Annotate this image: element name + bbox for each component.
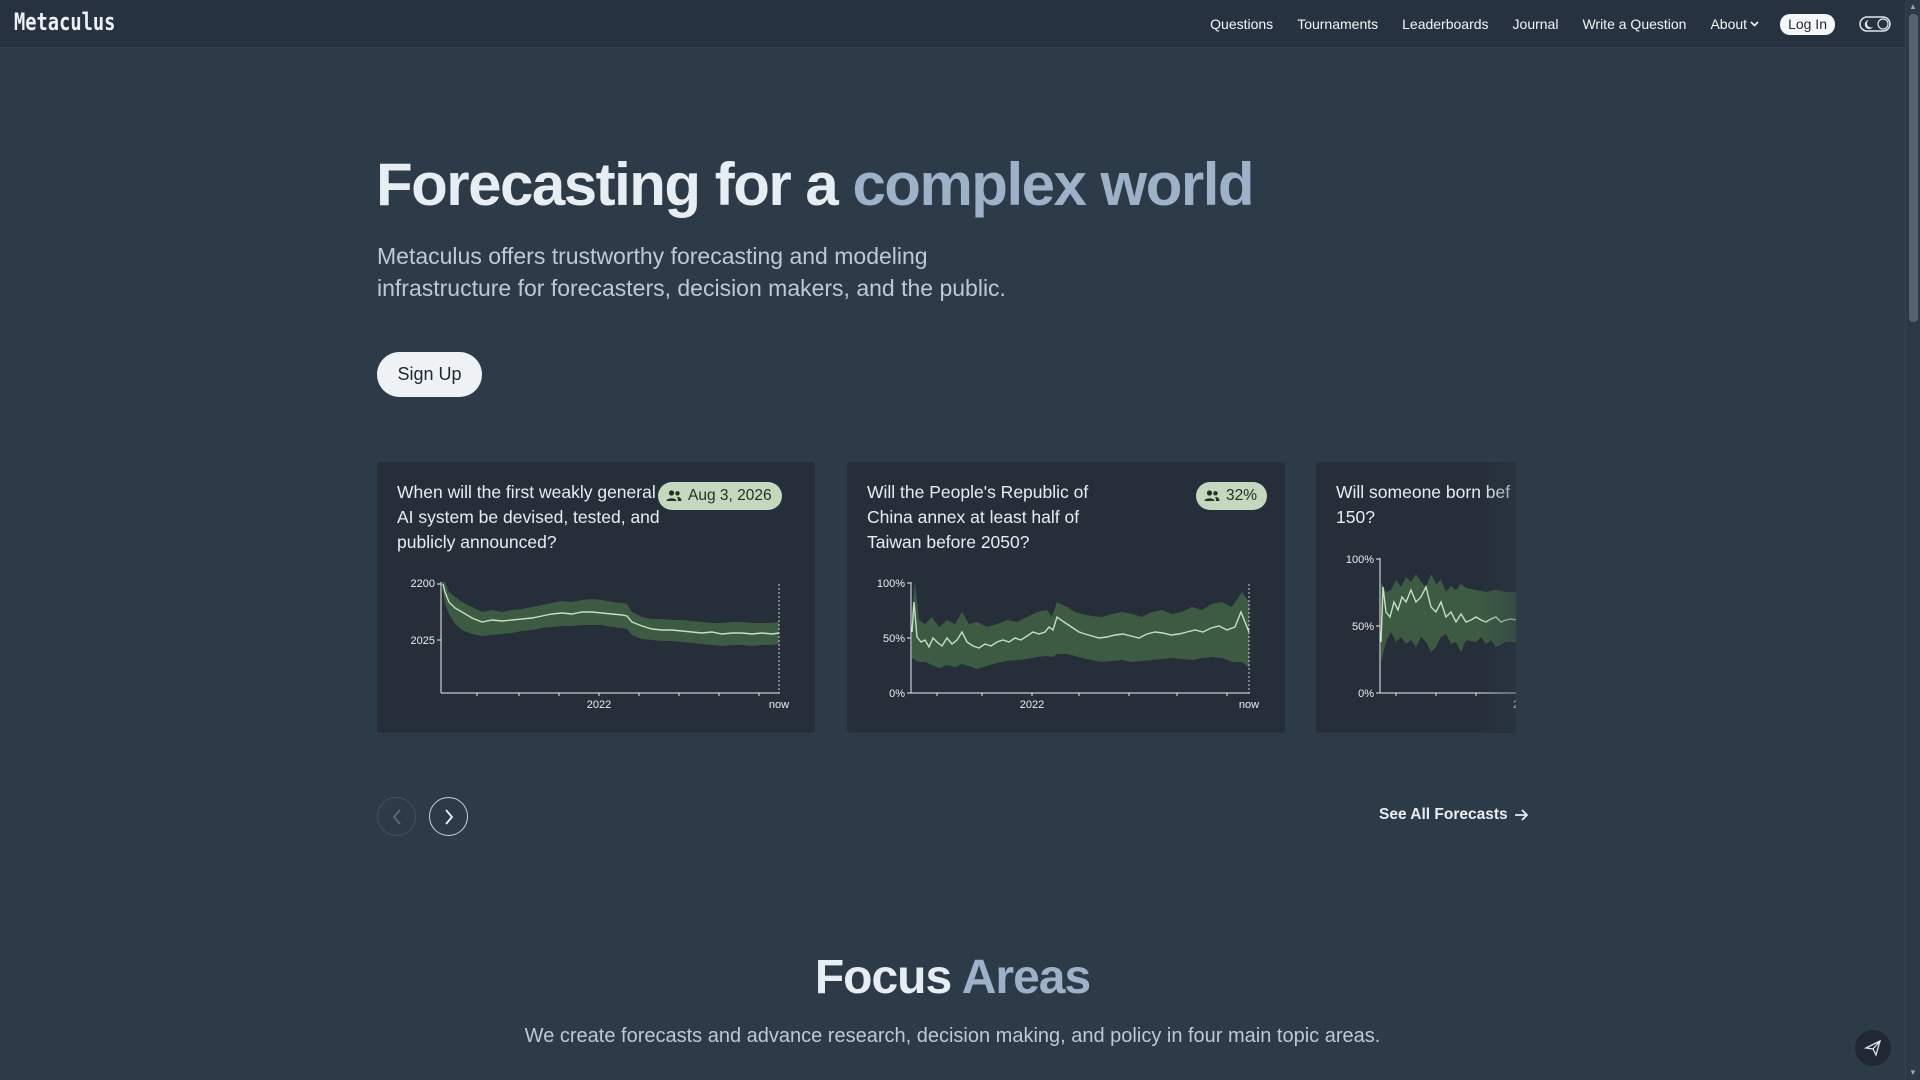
y-tick-label: 0% [1358,688,1374,700]
nav-journal[interactable]: Journal [1513,16,1559,32]
y-tick-label: 50% [883,633,905,645]
x-tick-label: now [769,699,789,711]
hero-title-accent: complex world [852,151,1254,218]
nav-about[interactable]: About [1710,16,1759,32]
nav-links: Questions Tournaments Leaderboards Journ… [1186,0,1891,48]
signup-button[interactable]: Sign Up [377,352,482,397]
nav-questions[interactable]: Questions [1210,16,1273,32]
forecast-history-chart: 100% 50% 0% 2022 now [877,578,1259,711]
login-button[interactable]: Log In [1780,13,1835,35]
chevron-left-icon [392,808,401,825]
moon-toggle-icon [1859,16,1891,32]
arrow-right-icon [1514,809,1528,821]
scroll-down-arrow[interactable]: ▼ [1909,1068,1917,1077]
focus-title-main: Focus [814,951,962,1004]
x-tick-label: 2022 [1020,699,1044,711]
hero-subtitle-line1: Metaculus offers trustworthy forecasting… [377,243,928,269]
hero-title: Forecasting for a complex world [376,150,1255,219]
focus-areas-title: Focus Areas [0,950,1905,1005]
focus-title-accent: Areas [961,951,1091,1004]
question-card-taiwan[interactable]: Will the People's Republic of China anne… [847,462,1285,733]
scroll-thumb[interactable] [1909,14,1918,322]
top-navigation: Metaculus Questions Tournaments Leaderbo… [0,0,1905,48]
hero-subtitle: Metaculus offers trustworthy forecasting… [377,240,1077,304]
nav-about-label: About [1710,16,1748,32]
hero-title-main: Forecasting for a [376,151,853,218]
nav-tournaments[interactable]: Tournaments [1297,16,1378,32]
x-tick-label: 2022 [587,699,611,711]
see-all-label: See All Forecasts [1379,806,1508,823]
y-tick-label: 100% [1346,554,1374,566]
page-scrollbar[interactable]: ▲ ▼ [1905,0,1920,1080]
carousel-fade-overlay [1480,452,1600,742]
y-tick-label: 2200 [411,578,435,590]
metaculus-logo[interactable]: Metaculus [14,8,115,36]
hero-subtitle-line2: infrastructure for forecasters, decision… [377,275,1006,301]
send-icon [1864,1039,1882,1057]
nav-write-question[interactable]: Write a Question [1582,16,1686,32]
see-all-forecasts-link[interactable]: See All Forecasts [1379,806,1529,824]
carousel-prev-button[interactable] [377,797,416,836]
feedback-button[interactable] [1855,1030,1891,1066]
forecast-history-chart: 2200 2025 2022 now [411,578,790,711]
y-tick-label: 0% [889,688,905,700]
chevron-down-icon [1750,21,1759,27]
chevron-right-icon [444,808,453,825]
carousel-next-button[interactable] [429,797,468,836]
question-card-agi[interactable]: When will the first weakly general AI sy… [377,462,815,733]
y-tick-label: 2025 [411,635,435,647]
y-tick-label: 50% [1352,621,1374,633]
focus-areas-subtitle: We create forecasts and advance research… [524,1025,1381,1047]
scroll-up-arrow[interactable]: ▲ [1909,2,1917,11]
x-tick-label: now [1239,699,1259,711]
nav-leaderboards[interactable]: Leaderboards [1402,16,1488,32]
y-tick-label: 100% [877,578,905,590]
theme-toggle[interactable] [1859,15,1891,33]
